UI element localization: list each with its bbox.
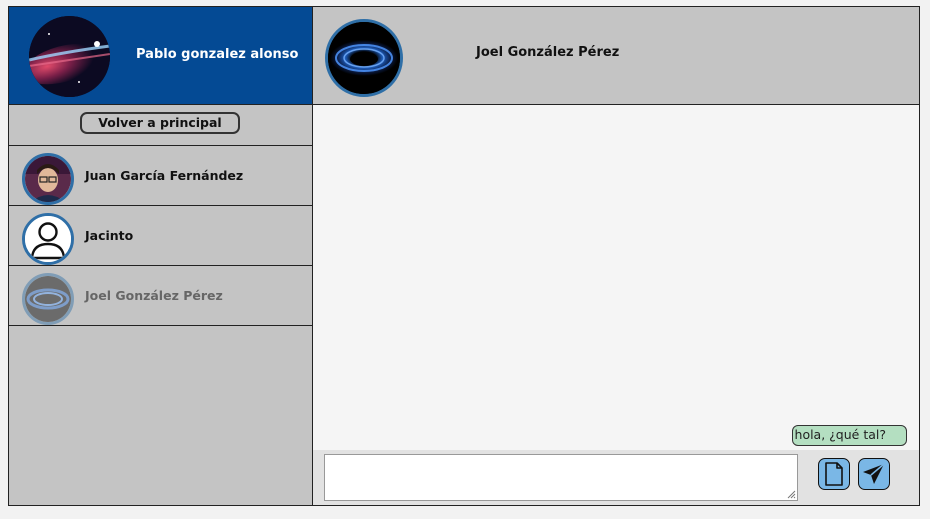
contact-avatar-galaxy [22, 273, 74, 325]
paper-plane-icon [863, 463, 885, 484]
attach-file-button[interactable] [818, 458, 850, 490]
contact-name: Juan García Fernández [85, 168, 244, 183]
current-user-name: Pablo gonzalez alonso [136, 47, 299, 62]
contact-item-joel[interactable]: Joel González Pérez [9, 266, 312, 326]
contact-name: Joel González Pérez [85, 288, 223, 303]
sidebar: Pablo gonzalez alonso Volver a principal… [9, 7, 313, 505]
user-silhouette-icon [22, 213, 74, 265]
current-user-avatar [29, 16, 110, 97]
file-icon [825, 462, 843, 486]
chat-contact-avatar [325, 19, 403, 97]
message-input[interactable] [324, 454, 798, 501]
contact-item-juan[interactable]: Juan García Fernández [9, 146, 312, 206]
back-row: Volver a principal [9, 105, 312, 146]
message-bubble-sent: hola, ¿qué tal? [791, 425, 907, 446]
contact-avatar-photo [22, 153, 74, 205]
chat-panel: Joel González Pérez hola, ¿qué tal? [313, 7, 919, 505]
back-to-main-button[interactable]: Volver a principal [80, 112, 240, 134]
message-list[interactable]: hola, ¿qué tal? [313, 105, 919, 450]
chat-header: Joel González Pérez [313, 7, 919, 105]
current-user-header: Pablo gonzalez alonso [9, 7, 312, 105]
send-button[interactable] [858, 458, 890, 490]
contact-name: Jacinto [85, 228, 134, 243]
contact-item-jacinto[interactable]: Jacinto [9, 206, 312, 266]
chat-app: Pablo gonzalez alonso Volver a principal… [8, 6, 920, 506]
message-composer [313, 450, 919, 505]
chat-contact-name: Joel González Pérez [476, 45, 620, 60]
